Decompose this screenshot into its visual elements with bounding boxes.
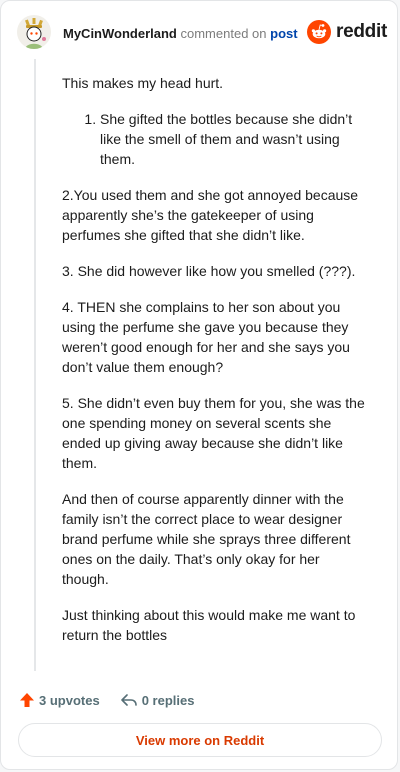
thread-line <box>34 59 36 671</box>
comment-paragraph: 3. She did however like how you smelled … <box>62 263 356 279</box>
list-item: She gifted the bottles because she didn’… <box>100 109 368 169</box>
reply-button[interactable]: 0 replies <box>120 692 195 708</box>
comment-paragraph: Just thinking about this would make me w… <box>62 607 356 643</box>
comment-embed-card: MyCinWonderland commented on post reddit… <box>0 0 398 770</box>
comment-body: This makes my head hurt. She gifted the … <box>62 73 368 661</box>
reddit-snoo-icon <box>307 20 332 44</box>
reddit-wordmark: reddit <box>336 21 387 42</box>
reddit-logo[interactable]: reddit <box>307 19 387 45</box>
comment-paragraph: 2.You used them and she got annoyed beca… <box>62 187 359 243</box>
view-more-button[interactable]: View more on Reddit <box>18 723 382 757</box>
reply-arrow-icon <box>120 694 137 706</box>
comment-meta: MyCinWonderland commented on post <box>63 26 298 41</box>
post-link[interactable]: post <box>270 26 297 41</box>
comment-header: MyCinWonderland commented on post reddit <box>17 15 387 55</box>
username-link[interactable]: MyCinWonderland <box>63 26 177 41</box>
comment-paragraph: This makes my head hurt. <box>62 75 224 91</box>
upvote-count: 3 upvotes <box>39 692 100 708</box>
upvote-arrow-icon <box>20 693 34 707</box>
user-avatar[interactable] <box>17 15 51 49</box>
numbered-list: She gifted the bottles because she didn’… <box>62 109 368 169</box>
reply-count: 0 replies <box>141 692 195 708</box>
comment-paragraph: 5. She didn’t even buy them for you, she… <box>62 395 365 471</box>
comment-actions: 3 upvotes 0 replies <box>19 689 194 711</box>
commented-on-text: commented on <box>180 26 267 41</box>
upvote-button[interactable]: 3 upvotes <box>19 692 100 708</box>
comment-paragraph: And then of course apparently dinner wit… <box>62 491 351 587</box>
comment-paragraph: 4. THEN she complains to her son about y… <box>62 299 350 375</box>
